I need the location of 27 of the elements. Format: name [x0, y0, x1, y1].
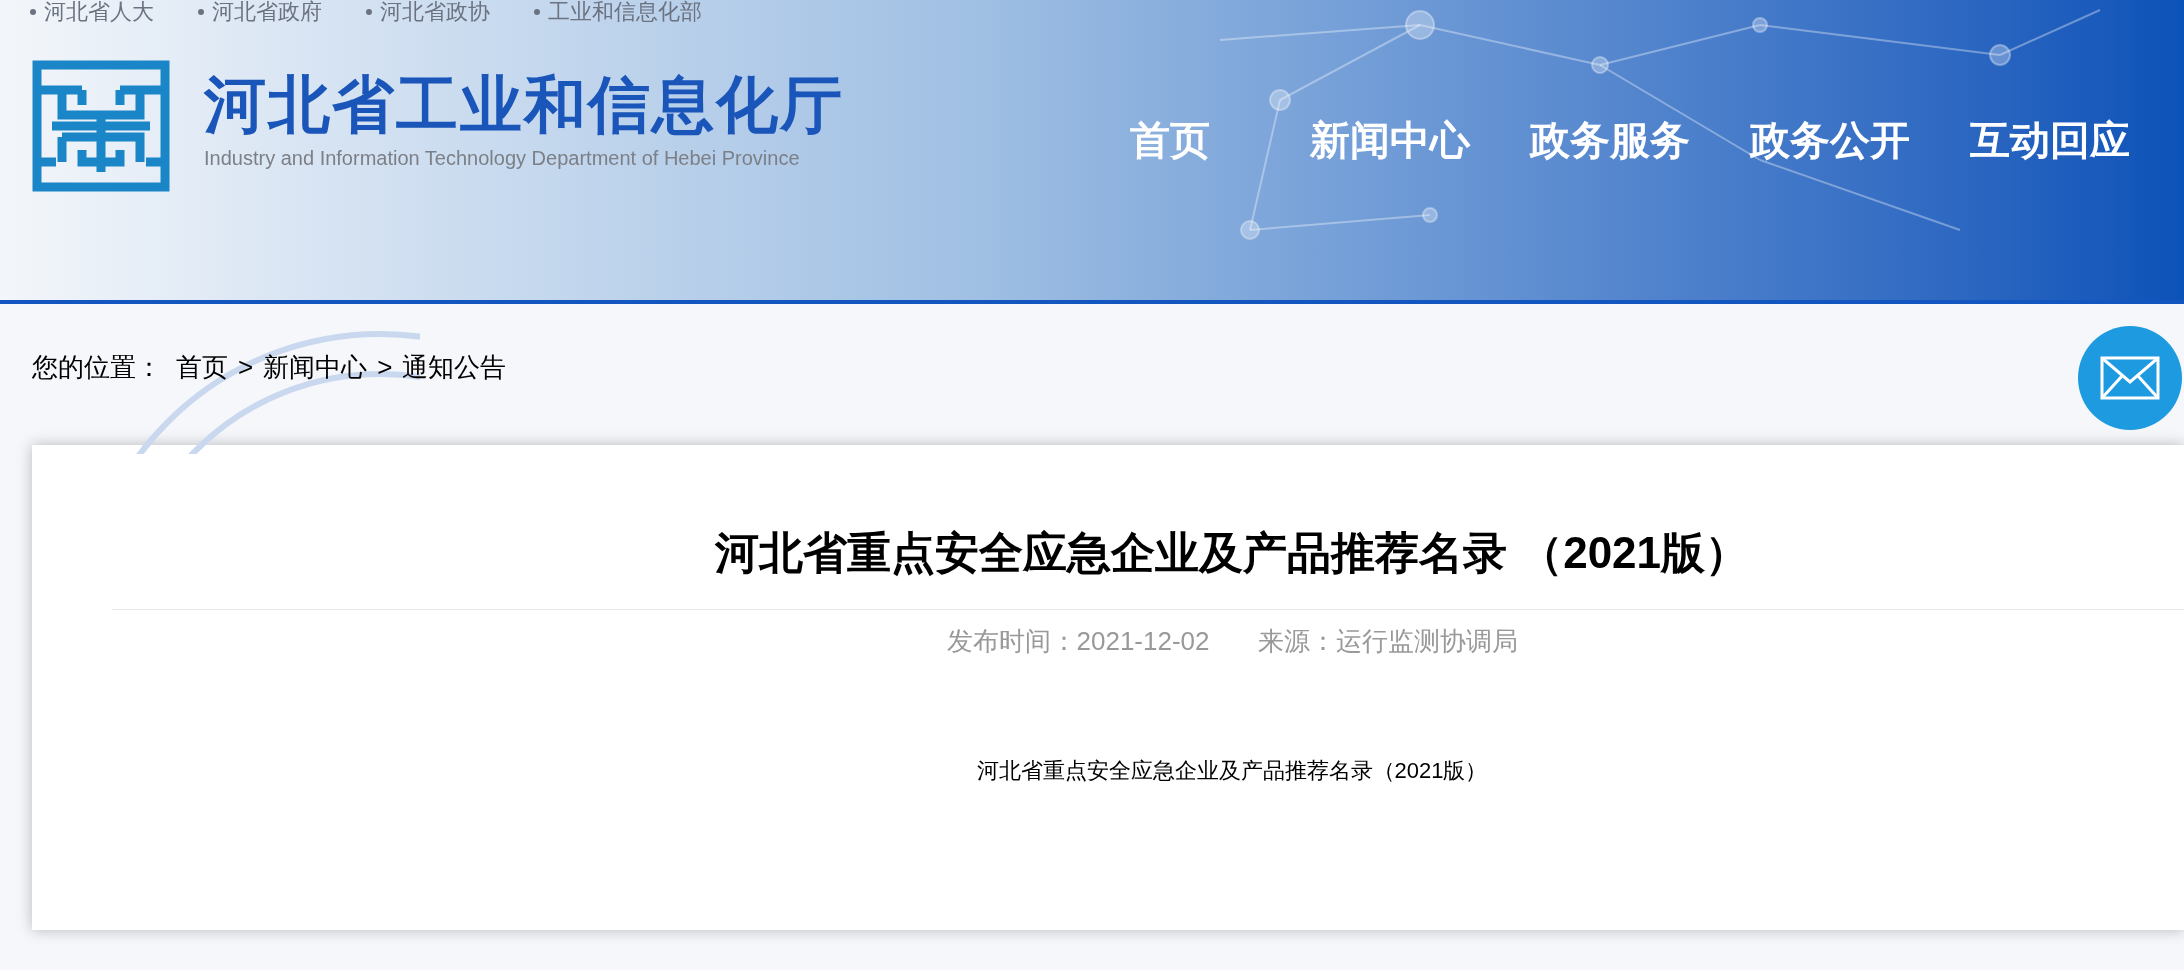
- article-source: 来源：运行监测协调局: [1257, 625, 1518, 658]
- mail-icon: [2100, 356, 2160, 400]
- breadcrumb-label: 您的位置：: [32, 352, 162, 382]
- top-link[interactable]: 河北省人大: [30, 0, 154, 24]
- publish-date: 发布时间：2021-12-02: [946, 625, 1210, 658]
- breadcrumb-separator: >: [377, 352, 393, 382]
- breadcrumb-link[interactable]: 新闻中心: [263, 352, 368, 382]
- nav-link[interactable]: 首页: [1130, 115, 1210, 165]
- nav-link[interactable]: 新闻中心: [1310, 115, 1470, 165]
- nav-link[interactable]: 互动回应: [1970, 115, 2130, 165]
- breadcrumb-link[interactable]: 通知公告: [402, 352, 507, 382]
- bullet-icon: [198, 9, 204, 15]
- nav-link[interactable]: 政务服务: [1530, 115, 1690, 165]
- site-title: 河北省工业和信息化厅: [204, 70, 844, 140]
- top-link[interactable]: 河北省政协: [366, 0, 490, 24]
- nav-link[interactable]: 政务公开: [1750, 115, 1910, 165]
- breadcrumb-link[interactable]: 首页: [176, 352, 228, 382]
- breadcrumb-separator: >: [238, 352, 254, 382]
- article-body: 河北省重点安全应急企业及产品推荐名录（2021版）: [975, 757, 1489, 785]
- site-subtitle: Industry and Information Technology Department of Hebei Province: [204, 146, 801, 170]
- bullet-icon: [366, 9, 372, 15]
- top-link[interactable]: 工业和信息化部: [534, 0, 702, 24]
- article-title: 河北省重点安全应急企业及产品推荐名录 （2021版）: [713, 527, 1751, 579]
- bullet-icon: [30, 9, 36, 15]
- logo-icon: [32, 60, 170, 192]
- bullet-icon: [534, 9, 540, 15]
- top-link[interactable]: 河北省政府: [198, 0, 322, 24]
